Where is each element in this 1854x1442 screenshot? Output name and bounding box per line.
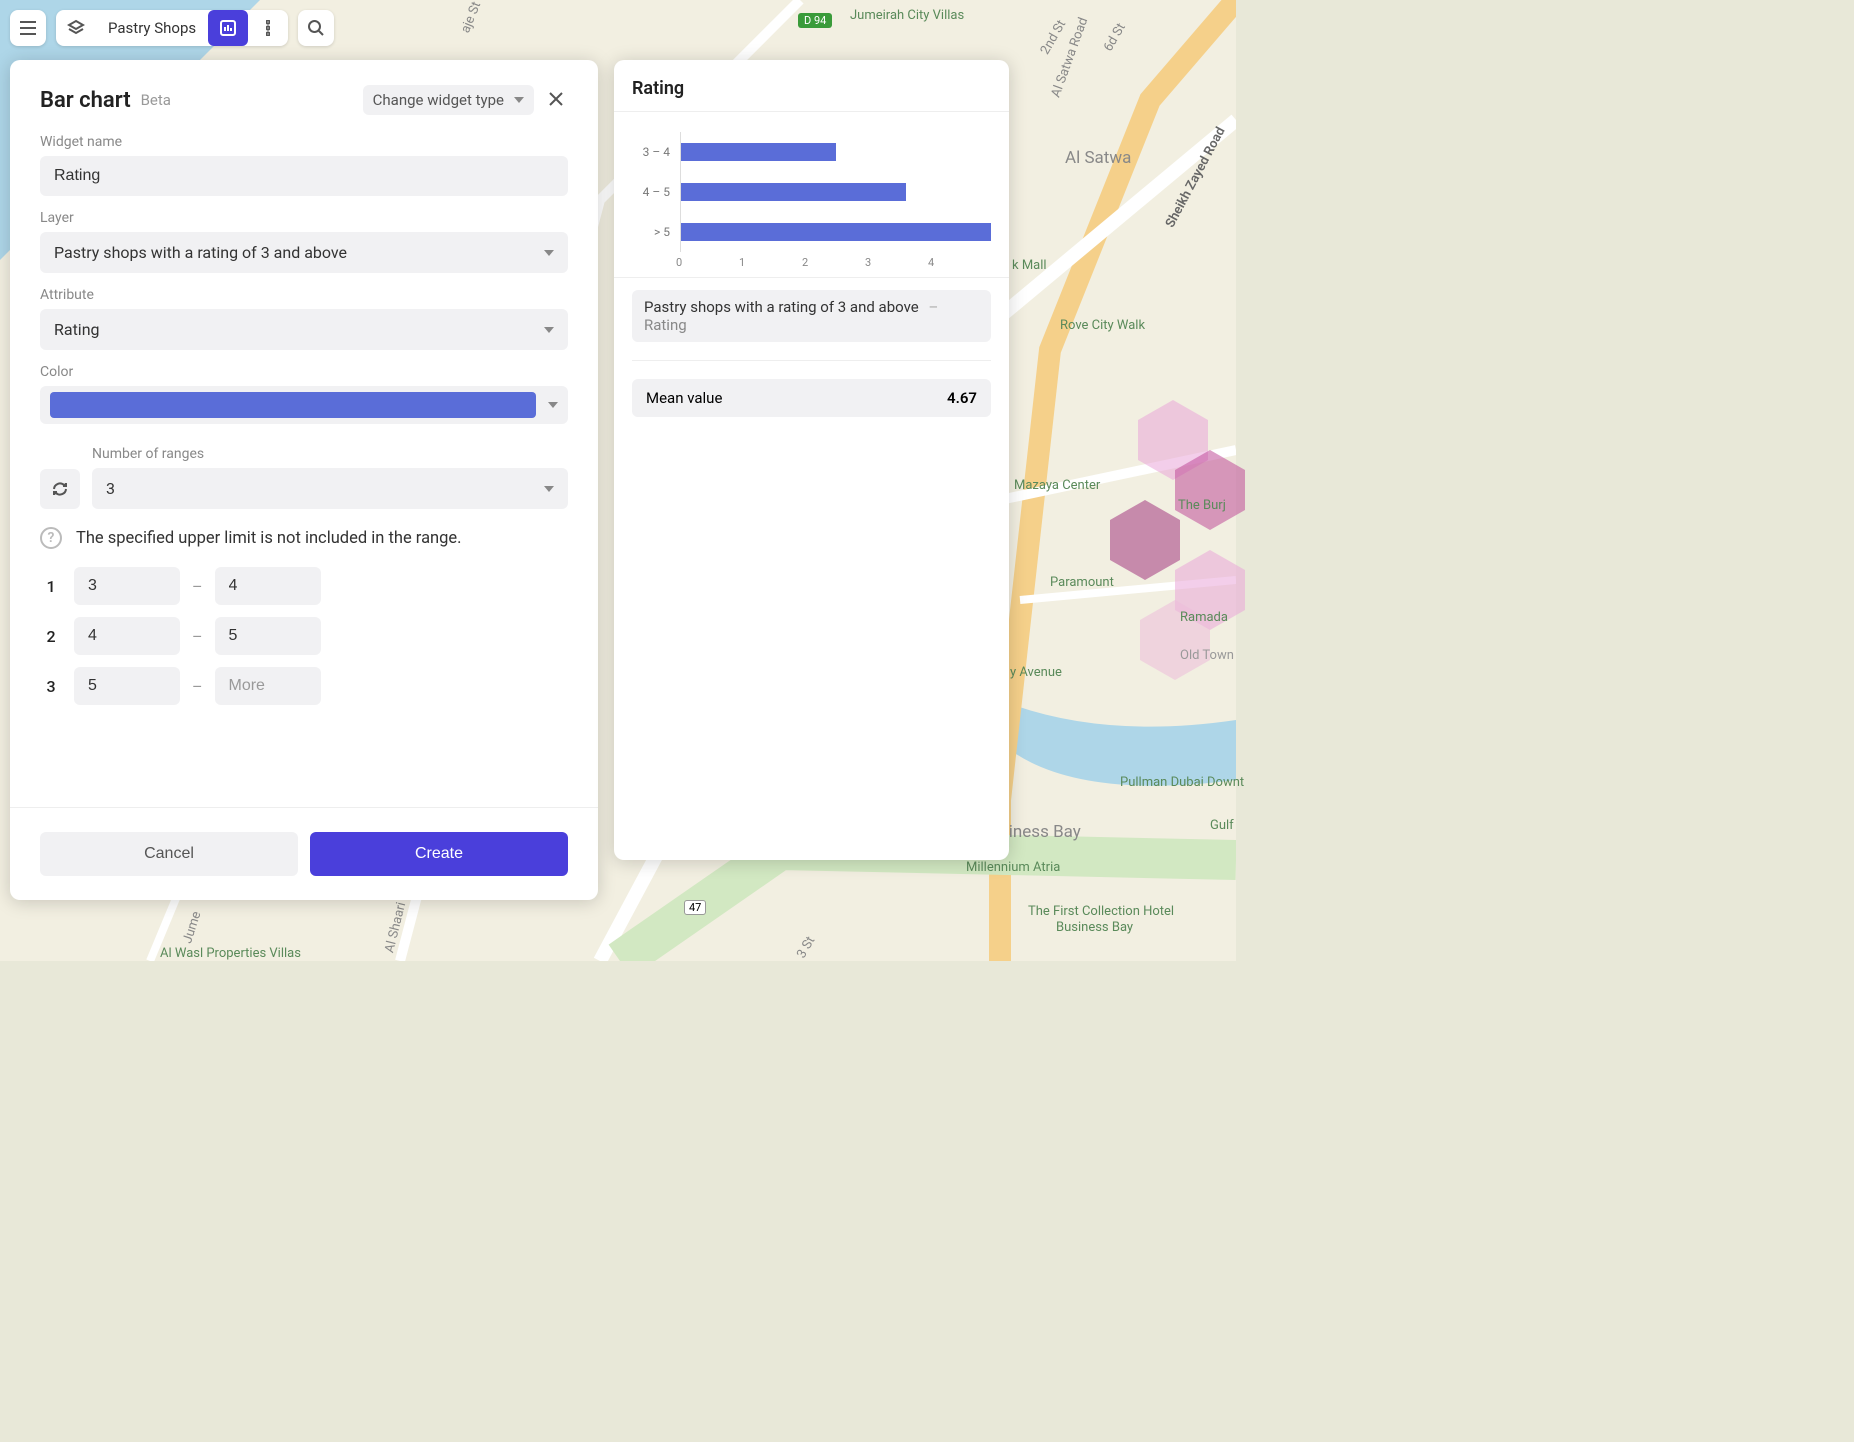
- road-badge: D 94: [798, 13, 832, 28]
- bar-chart-icon: [219, 19, 237, 37]
- widget-name-input[interactable]: [40, 156, 568, 196]
- chart-bar: [681, 183, 906, 201]
- legend-attribute: Rating: [644, 316, 979, 334]
- range-to-input[interactable]: [215, 617, 321, 655]
- stat-label: Mean value: [646, 389, 722, 407]
- range-row: 2–: [40, 617, 568, 655]
- close-icon: [548, 91, 564, 107]
- hamburger-icon: [19, 21, 37, 35]
- axis-tick: 2: [802, 256, 865, 269]
- refresh-icon: [51, 480, 69, 498]
- range-dash: –: [192, 677, 203, 696]
- label-layer: Layer: [40, 210, 568, 226]
- range-dash: –: [192, 627, 203, 646]
- attribute-value: Rating: [54, 320, 100, 339]
- stat-value: 4.67: [947, 389, 977, 407]
- hint-text: The specified upper limit is not include…: [76, 529, 462, 548]
- color-select[interactable]: [40, 386, 568, 424]
- beta-badge: Beta: [141, 91, 171, 109]
- chevron-down-icon: [544, 327, 554, 333]
- range-from-input[interactable]: [74, 667, 180, 705]
- editor-title: Bar chart: [40, 88, 131, 113]
- chevron-down-icon: [544, 486, 554, 492]
- chevron-down-icon: [548, 402, 558, 408]
- mean-value-row: Mean value 4.67: [632, 379, 991, 417]
- axis-tick: 3: [865, 256, 928, 269]
- range-index: 1: [40, 577, 62, 596]
- search-button[interactable]: [298, 10, 334, 46]
- chart-x-axis: 01234: [632, 256, 991, 269]
- close-button[interactable]: [544, 84, 568, 116]
- axis-tick: 0: [676, 256, 739, 269]
- chart-legend: Pastry shops with a rating of 3 and abov…: [632, 290, 991, 342]
- chevron-down-icon: [544, 250, 554, 256]
- divider: [632, 360, 991, 361]
- num-ranges-select[interactable]: 3: [92, 468, 568, 509]
- change-widget-type-dropdown[interactable]: Change widget type: [363, 85, 534, 115]
- refresh-ranges-button[interactable]: [40, 469, 80, 509]
- top-toolbar: Pastry Shops: [10, 10, 334, 46]
- layer-value: Pastry shops with a rating of 3 and abov…: [54, 243, 347, 262]
- preview-title: Rating: [614, 78, 1009, 112]
- range-from-input[interactable]: [74, 567, 180, 605]
- legend-layer: Pastry shops with a rating of 3 and abov…: [644, 298, 919, 316]
- chart-track: [680, 212, 991, 252]
- axis-tick: 1: [739, 256, 802, 269]
- project-name[interactable]: Pastry Shops: [96, 10, 208, 46]
- change-widget-label: Change widget type: [373, 91, 504, 109]
- layer-select[interactable]: Pastry shops with a rating of 3 and abov…: [40, 232, 568, 273]
- widget-preview-panel: Rating 3 – 4 4 – 5 > 5 01234 Pastry shops w…: [614, 60, 1009, 860]
- chart-bar: [681, 223, 991, 241]
- range-index: 2: [40, 627, 62, 646]
- menu-button[interactable]: [10, 10, 46, 46]
- label-attribute: Attribute: [40, 287, 568, 303]
- legend-dash: –: [928, 298, 938, 316]
- more-button[interactable]: [248, 10, 288, 46]
- kebab-icon: [266, 20, 270, 36]
- chart-bar: [681, 143, 836, 161]
- cancel-button[interactable]: Cancel: [40, 832, 298, 876]
- search-icon: [307, 19, 325, 37]
- widgets-button[interactable]: [208, 10, 248, 46]
- range-from-input[interactable]: [74, 617, 180, 655]
- widget-editor-panel: Bar chart Beta Change widget type Widget…: [10, 60, 598, 900]
- create-button[interactable]: Create: [310, 832, 568, 876]
- project-toolbar: Pastry Shops: [56, 10, 288, 46]
- chart-category-label: 3 – 4: [632, 145, 680, 159]
- axis-tick: 4: [928, 256, 991, 269]
- bar-chart: 3 – 4 4 – 5 > 5 01234: [614, 112, 1009, 278]
- label-num-ranges: Number of ranges: [92, 446, 568, 462]
- range-index: 3: [40, 677, 62, 696]
- chart-track: [680, 172, 991, 212]
- chart-track: [680, 132, 991, 172]
- label-widget-name: Widget name: [40, 134, 568, 150]
- chart-category-label: 4 – 5: [632, 185, 680, 199]
- chart-category-label: > 5: [632, 225, 680, 239]
- attribute-select[interactable]: Rating: [40, 309, 568, 350]
- map-marker: 47: [684, 900, 706, 915]
- color-swatch: [50, 392, 536, 418]
- label-color: Color: [40, 364, 568, 380]
- range-dash: –: [192, 577, 203, 596]
- num-ranges-value: 3: [106, 479, 115, 498]
- help-icon: ?: [40, 527, 62, 549]
- chevron-down-icon: [514, 97, 524, 103]
- range-row: 3–: [40, 667, 568, 705]
- layers-icon: [67, 19, 85, 37]
- range-row: 1–: [40, 567, 568, 605]
- layers-button[interactable]: [56, 10, 96, 46]
- range-to-input[interactable]: [215, 667, 321, 705]
- range-to-input[interactable]: [215, 567, 321, 605]
